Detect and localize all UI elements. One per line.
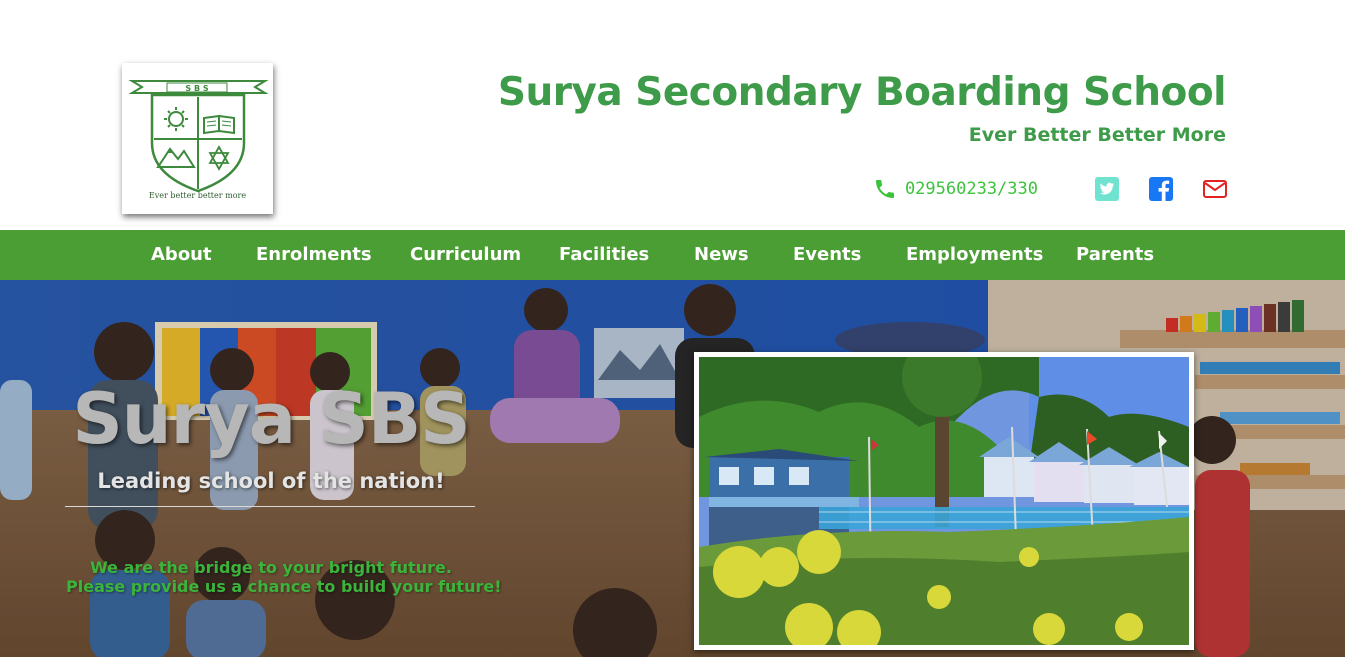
twitter-icon[interactable] — [1094, 176, 1120, 202]
phone-number[interactable]: 029560233/330 — [905, 179, 1038, 199]
hero-title: Surya SBS — [72, 378, 470, 460]
school-tagline: Ever Better Better More — [968, 124, 1226, 146]
facebook-icon[interactable] — [1148, 176, 1174, 202]
phone-icon — [875, 180, 894, 198]
site-header: S B S Ever better better more Surya Seco… — [0, 0, 1345, 230]
school-logo[interactable]: S B S Ever better better more — [122, 63, 273, 214]
nav-item-curriculum[interactable]: Curriculum — [410, 230, 521, 280]
school-building-image — [699, 357, 1189, 645]
logo-motto: Ever better better more — [148, 191, 247, 200]
hero-banner: Surya SBS Leading school of the nation! … — [0, 280, 1345, 657]
hero-message-line-1: We are the bridge to your bright future. — [90, 558, 452, 577]
nav-item-employments[interactable]: Employments — [906, 230, 1043, 280]
hero-message-line-2: Please provide us a chance to build your… — [66, 577, 502, 596]
nav-item-about[interactable]: About — [151, 230, 212, 280]
contact-bar: 029560233/330 — [873, 174, 1228, 204]
main-nav: About Enrolments Curriculum Facilities N… — [0, 230, 1345, 280]
nav-item-facilities[interactable]: Facilities — [559, 230, 649, 280]
hero-subtitle: Leading school of the nation! — [97, 469, 445, 493]
nav-item-parents[interactable]: Parents — [1076, 230, 1154, 280]
nav-item-enrolments[interactable]: Enrolments — [256, 230, 372, 280]
mail-icon[interactable] — [1202, 176, 1228, 202]
page: S B S Ever better better more Surya Seco… — [0, 0, 1345, 657]
school-name: Surya Secondary Boarding School — [497, 70, 1227, 115]
hero-divider — [65, 506, 475, 507]
nav-item-events[interactable]: Events — [793, 230, 861, 280]
nav-item-news[interactable]: News — [694, 230, 749, 280]
school-building-photo[interactable] — [694, 352, 1194, 650]
crest-letters: S B S — [185, 84, 208, 93]
